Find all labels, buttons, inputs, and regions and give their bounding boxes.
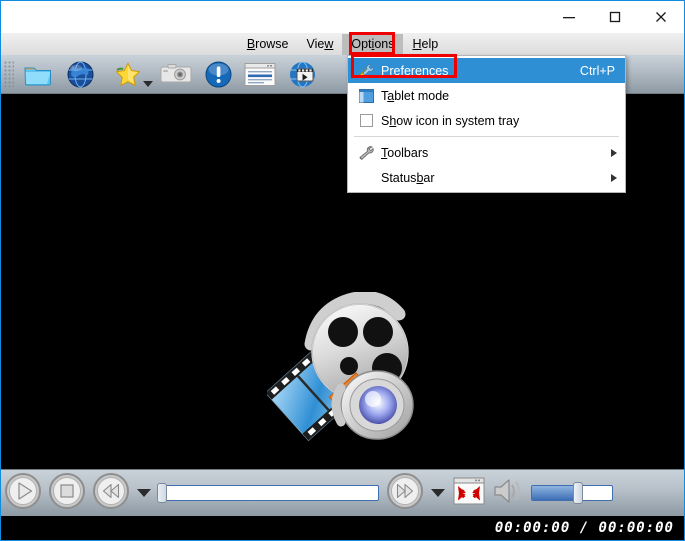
information-icon <box>205 61 232 88</box>
time-display: 00:00:00 / 00:00:00 <box>494 520 674 536</box>
menu-separator <box>354 136 619 137</box>
tablet-window-icon <box>354 85 378 107</box>
menu-bar: Browse View Options Help <box>1 33 684 55</box>
rewind-button[interactable] <box>89 471 133 515</box>
rewind-icon <box>92 472 130 515</box>
play-icon <box>4 472 42 515</box>
volume-handle[interactable] <box>573 482 583 504</box>
menu-browse-label: rowse <box>255 36 289 51</box>
seek-track[interactable] <box>165 485 379 501</box>
menu-help[interactable]: Help <box>403 34 447 55</box>
minimize-button[interactable] <box>546 1 592 32</box>
speaker-icon <box>492 477 526 510</box>
playlist-icon <box>244 62 276 87</box>
menu-item-tablet-mode[interactable]: Tablet mode <box>348 83 625 108</box>
volume-fill <box>532 486 575 500</box>
seek-handle[interactable] <box>157 483 167 503</box>
video-globe-button[interactable] <box>281 56 323 92</box>
menu-item-toolbars-label: Toolbars <box>381 145 429 160</box>
screenshot-camera-icon <box>160 62 192 86</box>
playlist-button[interactable] <box>239 56 281 92</box>
toolbar-drag-handle[interactable] <box>4 61 14 87</box>
forward-dropdown-caret[interactable] <box>427 471 449 515</box>
smplayer-window: Browse View Options Help 00:00:00 / 00:0… <box>0 0 685 541</box>
stop-icon <box>48 472 86 515</box>
menu-item-tablet-mode-label: Tablet mode <box>381 88 450 103</box>
volume-slider[interactable] <box>531 482 613 504</box>
maximize-button[interactable] <box>592 1 638 32</box>
open-url-globe-icon <box>67 61 94 88</box>
menu-item-statusbar-label: Statusbar <box>381 170 435 185</box>
menu-item-toolbars[interactable]: Toolbars <box>348 140 625 165</box>
rewind-dropdown-caret[interactable] <box>133 471 155 515</box>
menu-view[interactable]: View <box>298 34 343 55</box>
menu-item-show-tray-icon-label: Show icon in system tray <box>381 113 520 128</box>
forward-icon <box>386 472 424 515</box>
menu-item-show-tray-icon[interactable]: Show icon in system tray <box>348 108 625 133</box>
smplayer-film-reel-logo <box>264 291 419 452</box>
menu-browse[interactable]: Browse <box>238 34 298 55</box>
fullscreen-button[interactable] <box>449 471 489 515</box>
seek-slider[interactable] <box>157 483 379 503</box>
fullscreen-icon <box>453 477 485 510</box>
title-bar <box>1 1 684 33</box>
mute-button[interactable] <box>489 471 529 515</box>
video-globe-icon <box>289 61 316 88</box>
open-folder-button[interactable] <box>17 56 59 92</box>
play-button[interactable] <box>1 471 45 515</box>
open-url-button[interactable] <box>59 56 101 92</box>
favorites-button[interactable] <box>101 56 155 92</box>
open-folder-icon <box>23 61 53 87</box>
control-bar <box>1 469 684 516</box>
favorites-star-icon <box>114 61 142 88</box>
screenshot-button[interactable] <box>155 56 197 92</box>
checkbox-unchecked-icon[interactable] <box>354 110 378 132</box>
status-bar: 00:00:00 / 00:00:00 <box>1 516 684 540</box>
submenu-arrow-icon <box>611 148 617 157</box>
submenu-arrow-icon <box>611 173 617 182</box>
menu-item-statusbar[interactable]: Statusbar <box>348 165 625 190</box>
favorites-dropdown-caret[interactable] <box>143 81 153 87</box>
information-button[interactable] <box>197 56 239 92</box>
no-icon <box>354 167 378 189</box>
forward-button[interactable] <box>383 471 427 515</box>
annotation-box-options <box>349 32 395 55</box>
stop-button[interactable] <box>45 471 89 515</box>
close-button[interactable] <box>638 1 684 32</box>
annotation-box-preferences <box>351 54 457 78</box>
menu-item-preferences-shortcut: Ctrl+P <box>579 63 615 78</box>
wrench-icon <box>354 142 378 164</box>
